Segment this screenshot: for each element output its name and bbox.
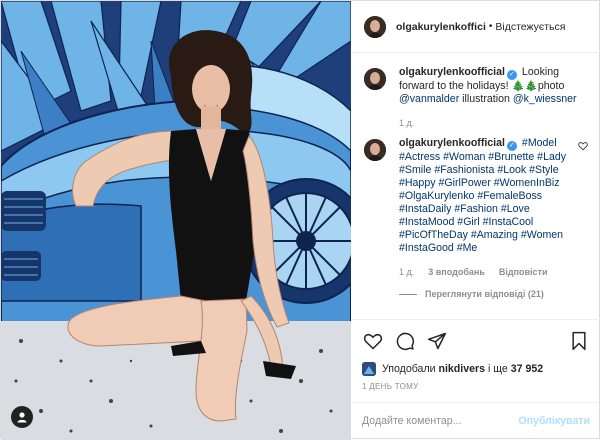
separator-dot: •: [488, 21, 493, 32]
tagged-users-icon[interactable]: [11, 406, 33, 428]
publish-button[interactable]: Опублікувати: [518, 415, 590, 427]
caption: olgakurylenkoofficial ✓ Looking forward t…: [364, 66, 588, 130]
comment-input[interactable]: [362, 414, 519, 427]
caption-text-illustration: illustration: [462, 93, 510, 105]
avatar[interactable]: [364, 139, 386, 161]
reply-button[interactable]: Відповісти: [499, 266, 548, 279]
comment-time[interactable]: 1 д.: [399, 266, 414, 279]
add-comment-bar: Опублікувати: [352, 402, 600, 438]
post-header: olgakurylenkoffici • Відстежується: [352, 1, 600, 53]
post-timestamp[interactable]: 1 ДЕНЬ ТОМУ: [362, 382, 590, 391]
verified-badge-icon: ✓: [506, 70, 517, 80]
post-details-panel: olgakurylenkoffici • Відстежується olgak…: [352, 1, 600, 438]
action-icons: [362, 330, 590, 352]
share-paper-plane-icon[interactable]: [426, 330, 448, 352]
replies-line: [399, 294, 417, 295]
illustration: [1, 1, 351, 440]
verified-badge-icon: ✓: [506, 141, 517, 151]
liker-avatar[interactable]: [362, 362, 376, 376]
comment-likes[interactable]: 3 вподобань: [428, 266, 485, 279]
likes-suffix: і ще: [487, 363, 508, 375]
header-username[interactable]: olgakurylenkoffici: [396, 21, 486, 33]
avatar[interactable]: [364, 15, 386, 38]
comment-like-heart-icon[interactable]: [578, 141, 588, 151]
caption-username[interactable]: olgakurylenkoofficial: [399, 66, 505, 78]
post-actions: Уподобали nikdivers і ще 37 952 1 ДЕНЬ Т…: [352, 319, 600, 391]
view-replies[interactable]: Переглянути відповіді (21): [399, 288, 574, 301]
save-bookmark-icon[interactable]: [568, 330, 590, 352]
hashtags[interactable]: #Model #Actress #Woman #Brunette #Lady #…: [399, 137, 566, 254]
comment-meta: 1 д. 3 вподобань Відповісти: [399, 266, 574, 279]
comment-bubble-icon[interactable]: [394, 330, 416, 352]
likes-summary: Уподобали nikdivers і ще 37 952: [362, 362, 590, 376]
caption-time[interactable]: 1 д.: [399, 117, 414, 130]
comment-username[interactable]: olgakurylenkoofficial: [399, 137, 505, 149]
view-replies-label: Переглянути відповіді (21): [425, 289, 544, 299]
instagram-post: olgakurylenkoffici • Відстежується olgak…: [0, 0, 600, 440]
follow-status-button[interactable]: Відстежується: [495, 21, 565, 33]
mention-link[interactable]: @k_wiessner: [513, 93, 577, 105]
liker-username[interactable]: nikdivers: [439, 363, 486, 375]
comment: olgakurylenkoofficial ✓ #Model #Actress #…: [364, 137, 588, 301]
likes-prefix: Уподобали: [382, 363, 436, 375]
post-image[interactable]: [1, 1, 351, 440]
comments-section: olgakurylenkoofficial ✓ Looking forward t…: [352, 54, 600, 318]
avatar[interactable]: [364, 68, 386, 90]
likes-count[interactable]: 37 952: [511, 363, 543, 375]
like-heart-icon[interactable]: [362, 330, 384, 352]
mention-link[interactable]: @vanmalder: [399, 93, 459, 105]
caption-meta: 1 д.: [399, 117, 588, 130]
